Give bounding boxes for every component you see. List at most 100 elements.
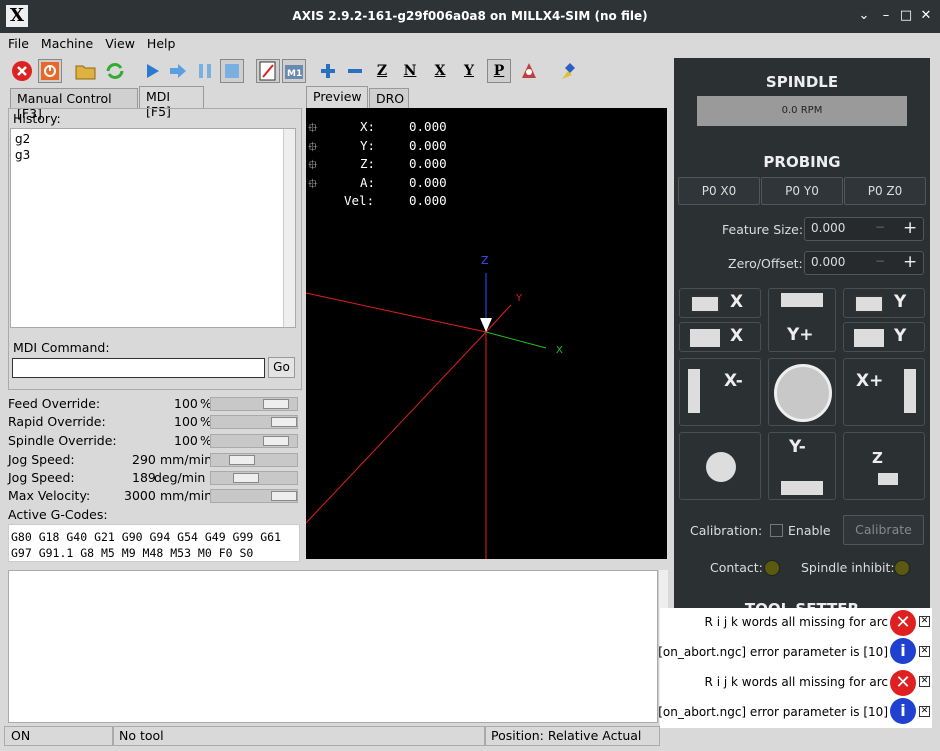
probe-inside-center-button[interactable]	[679, 432, 761, 500]
feed-override-slider[interactable]	[210, 397, 298, 411]
p0-x0-button[interactable]: P0 X0	[678, 177, 760, 205]
minimize-icon[interactable]: –	[878, 8, 894, 24]
probe-panel: SPINDLE 0.0 RPM PROBING P0 X0 P0 Y0 P0 Z…	[674, 58, 930, 611]
view-perspective-icon[interactable]: P	[487, 59, 511, 83]
close-icon[interactable]: ✕	[919, 676, 930, 687]
mdi-command-input[interactable]	[12, 358, 265, 378]
menu-bar: File Machine View Help	[0, 33, 940, 56]
menu-help[interactable]: Help	[139, 33, 180, 51]
feature-size-plus[interactable]: +	[903, 218, 917, 238]
close-icon[interactable]: ✕	[919, 616, 930, 627]
angular-jog-speed-unit: deg/min	[154, 470, 206, 485]
tool-cone	[480, 318, 492, 332]
zero-offset-value: 0.000	[811, 255, 846, 269]
estop-button[interactable]	[10, 59, 34, 83]
history-list[interactable]: g2 g3	[10, 128, 296, 328]
pause-icon[interactable]	[193, 59, 217, 83]
jog-speed-unit: mm/min	[160, 452, 213, 467]
zero-offset-minus[interactable]: −	[875, 254, 885, 268]
overrides-panel: Feed Override: 100 % Rapid Override: 100…	[8, 396, 302, 526]
x-axis-label: X	[556, 345, 563, 356]
view-z-icon[interactable]: Z	[370, 59, 394, 83]
view-z2-icon[interactable]: N	[398, 59, 422, 83]
notification-error: R i j k words all missing for arc ✕ ✕	[660, 608, 932, 638]
enable-checkbox[interactable]	[770, 524, 783, 537]
run-icon[interactable]	[140, 59, 164, 83]
gcodes-line-2: G97 G91.1 G8 M5 M9 M48 M53 M0 F0 S0	[11, 546, 254, 560]
history-scrollbar[interactable]	[283, 129, 295, 327]
history-item[interactable]: g3	[11, 147, 295, 163]
tab-manual-control[interactable]: Manual Control [F3]	[10, 88, 138, 121]
zoom-out-icon[interactable]	[343, 59, 367, 83]
close-icon[interactable]: ✕	[919, 706, 930, 717]
rapid-override-slider[interactable]	[210, 415, 298, 429]
probe-x-inside-button[interactable]: X	[679, 322, 761, 352]
preview-canvas[interactable]: ⯐ X: 0.000 ⯐ Y: 0.000 ⯐ Z: 0.000 ⯐ A: 0.000 Vel:…	[306, 108, 667, 559]
menu-machine[interactable]: Machine	[33, 33, 97, 51]
spindle-override-slider[interactable]	[210, 434, 298, 448]
probe-x-outside-button[interactable]: X	[679, 288, 761, 318]
active-gcodes-label: Active G-Codes:	[8, 507, 108, 522]
probe-y-plus-label: Y+	[787, 325, 814, 345]
zero-offset-field[interactable]: 0.000 − +	[804, 251, 924, 275]
clear-plot-icon[interactable]	[556, 59, 580, 83]
go-button[interactable]: Go	[268, 357, 295, 378]
probe-x-outside-label: X	[730, 292, 744, 312]
angular-jog-speed-label: Jog Speed:	[8, 470, 75, 485]
gcode-text-area[interactable]	[8, 570, 658, 723]
probe-y-inside-button[interactable]: Y	[843, 322, 925, 352]
tab-preview[interactable]: Preview	[306, 86, 368, 108]
p0-z0-button[interactable]: P0 Z0	[844, 177, 926, 205]
probe-y-plus-button[interactable]: Y+	[768, 288, 836, 352]
view-y-icon[interactable]: Y	[457, 59, 481, 83]
info-icon: i	[890, 698, 916, 724]
feed-override-label: Feed Override:	[8, 396, 101, 411]
x-axis-line	[306, 292, 487, 333]
step-icon[interactable]	[166, 59, 190, 83]
close-icon[interactable]: ✕	[918, 8, 934, 24]
feature-size-field[interactable]: 0.000 − +	[804, 217, 924, 241]
angular-jog-speed-slider[interactable]	[210, 471, 298, 485]
p0-y0-button[interactable]: P0 Y0	[761, 177, 843, 205]
probe-x-plus-button[interactable]: X+	[843, 358, 925, 426]
view-x-icon[interactable]: X	[428, 59, 452, 83]
optional-stop-icon[interactable]: M1	[282, 59, 306, 83]
block-delete-icon[interactable]	[256, 59, 280, 83]
close-icon[interactable]: ✕	[919, 646, 930, 657]
probe-y-minus-button[interactable]: Y-	[768, 432, 836, 500]
notification-text: R i j k words all missing for arc	[704, 675, 888, 689]
max-velocity-slider[interactable]	[210, 489, 298, 503]
toggle-rotate-icon[interactable]	[517, 59, 541, 83]
feature-size-minus[interactable]: −	[875, 220, 885, 234]
maximize-icon[interactable]: □	[898, 8, 914, 24]
probe-x-inside-label: X	[730, 326, 744, 346]
enable-label: Enable	[788, 523, 831, 538]
angular-jog-speed-value: 189	[132, 470, 156, 485]
notification-info: [on_abort.ngc] error parameter is [10] i…	[658, 698, 932, 728]
menu-file[interactable]: File	[0, 33, 33, 51]
machine-power-button[interactable]	[38, 59, 62, 83]
probe-z-button[interactable]: Z	[843, 432, 925, 500]
jog-speed-slider[interactable]	[210, 453, 298, 467]
chevron-down-icon[interactable]: ⌄	[856, 8, 872, 24]
tab-mdi[interactable]: MDI [F5]	[139, 86, 204, 119]
probe-x-minus-button[interactable]: X-	[679, 358, 761, 426]
tab-dro[interactable]: DRO	[369, 88, 409, 108]
spindle-inhibit-label: Spindle inhibit:	[801, 560, 895, 575]
zero-offset-plus[interactable]: +	[903, 252, 917, 272]
menu-view[interactable]: View	[97, 33, 139, 51]
x-axis-line-pos	[485, 331, 547, 349]
reload-icon[interactable]	[103, 59, 127, 83]
probe-center-button[interactable]	[768, 358, 836, 426]
toolbar: M1 Z N X Y P	[0, 56, 672, 86]
zoom-in-icon[interactable]	[316, 59, 340, 83]
status-bar: ON No tool Position: Relative Actual	[0, 726, 660, 746]
contact-label: Contact:	[710, 560, 763, 575]
history-item[interactable]: g2	[11, 131, 295, 147]
calibrate-button[interactable]: Calibrate	[843, 515, 924, 545]
probe-y-outside-button[interactable]: Y	[843, 288, 925, 318]
title-bar[interactable]: X AXIS 2.9.2-161-g29f006a0a8 on MILLX4-S…	[0, 0, 940, 33]
status-position: Position: Relative Actual	[484, 726, 660, 746]
open-file-icon[interactable]	[74, 59, 98, 83]
stop-icon[interactable]	[220, 59, 244, 83]
